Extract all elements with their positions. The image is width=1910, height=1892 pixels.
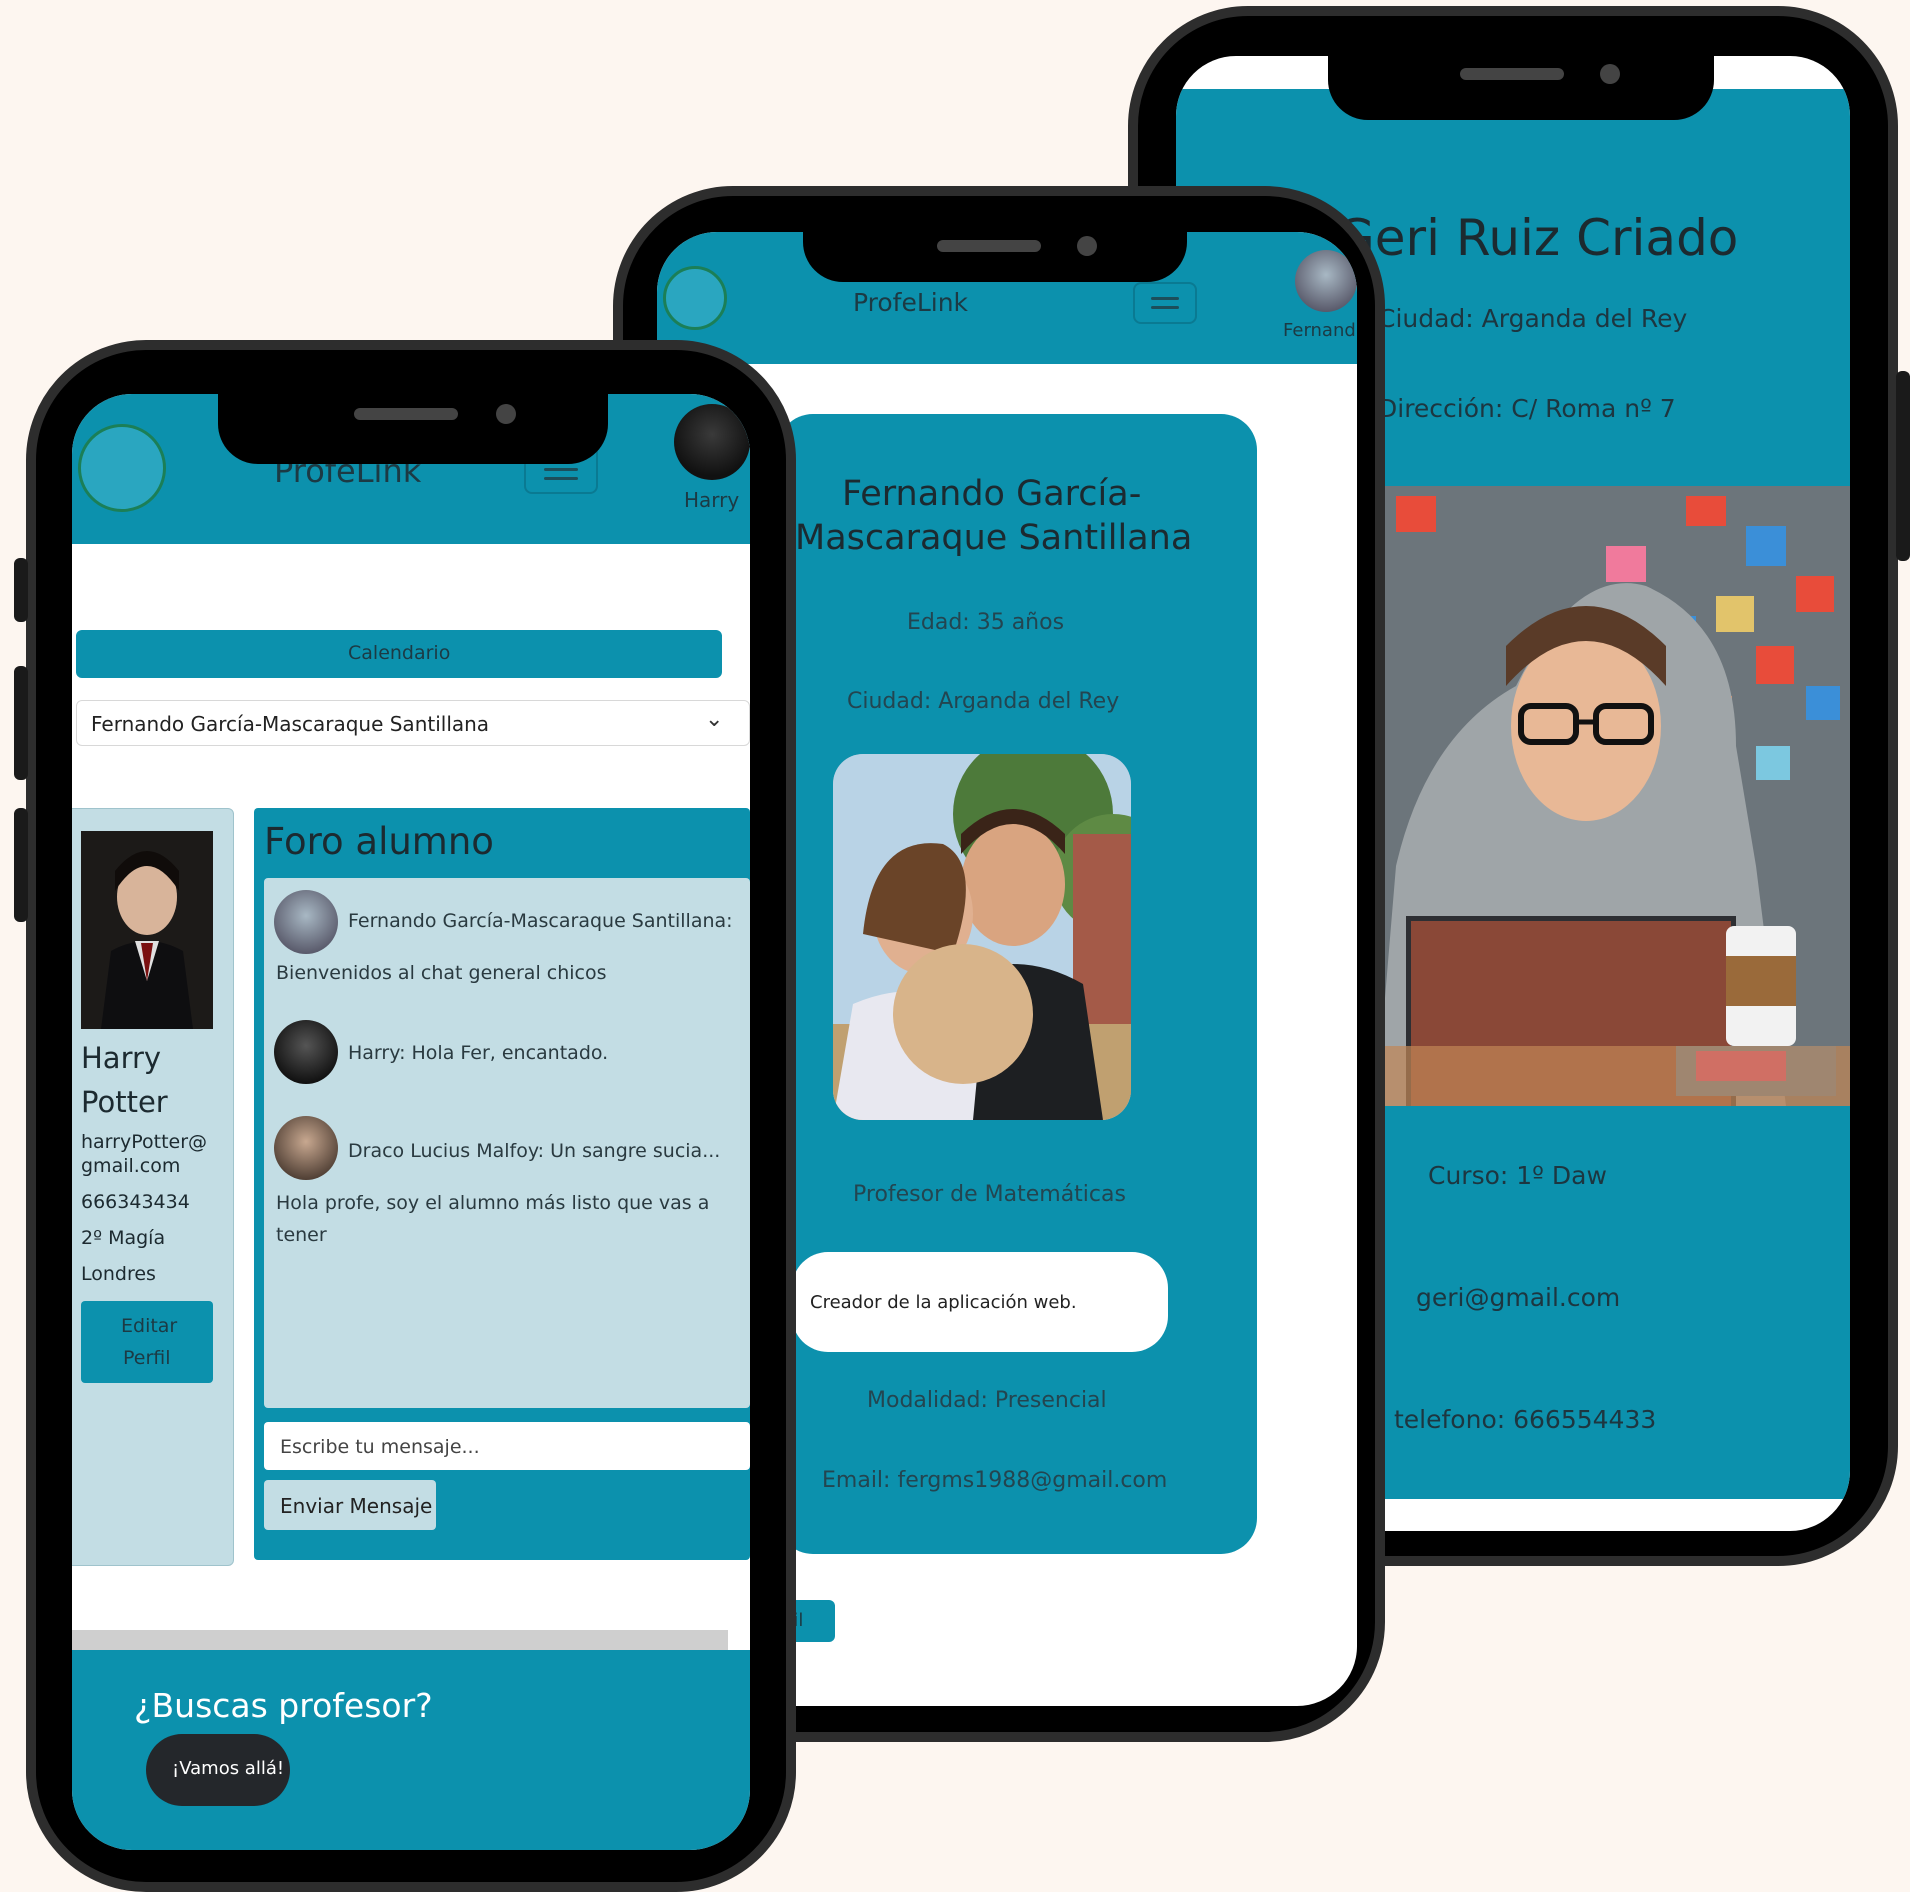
message-text: tener [276, 1224, 327, 1246]
find-teacher-footer: ¿Buscas profesor? ¡Vamos allá! [72, 1650, 750, 1850]
phone-screen: ProfeLink Harry Calendario Fernando Garc… [72, 394, 750, 1850]
phone-notch [1328, 48, 1714, 120]
student-address: Dirección: C/ Roma nº 7 [1378, 394, 1676, 423]
lets-go-button[interactable]: ¡Vamos allá! [146, 1734, 290, 1806]
phone-side-button [14, 666, 28, 780]
user-avatar[interactable] [1295, 250, 1357, 312]
student-phone: telefono: 666554433 [1394, 1405, 1657, 1434]
app-title[interactable]: ProfeLink [853, 288, 968, 317]
student-photo [81, 831, 213, 1029]
teacher-email: Email: fergms1988@gmail.com [822, 1468, 1168, 1493]
student-city: Londres [81, 1263, 156, 1285]
teacher-description-box: Creador de la aplicación web. [792, 1252, 1168, 1352]
user-avatar[interactable] [674, 404, 750, 480]
teacher-modality: Modalidad: Presencial [867, 1388, 1107, 1413]
student-name: Geri Ruiz Criado [1336, 209, 1739, 267]
teacher-profile-card: Fernando García- Mascaraque Santillana E… [777, 414, 1257, 1554]
teacher-profession: Profesor de Matemáticas [853, 1182, 1126, 1207]
message-text: Hola profe, soy el alumno más listo que … [276, 1192, 710, 1214]
footer-title: ¿Buscas profesor? [134, 1686, 433, 1725]
chevron-down-icon: ⌄ [705, 707, 724, 732]
student-phone: 666343434 [81, 1191, 190, 1213]
message-author-avatar [274, 1116, 338, 1180]
message-author: Draco Lucius Malfoy: Un sangre sucia... [348, 1140, 721, 1162]
message-author: Fernando García-Mascaraque Santillana: [348, 910, 733, 932]
student-last-name: Potter [81, 1085, 168, 1119]
user-name-label: Fernand [1283, 320, 1356, 341]
teacher-city: Ciudad: Arganda del Rey [847, 689, 1120, 714]
student-course: 2º Magía [81, 1227, 166, 1249]
student-forum-panel: Foro alumno Fernando García-Mascaraque S… [254, 808, 750, 1560]
student-profile-sidebar: Harry Potter harryPotter@ gmail.com 6663… [72, 808, 234, 1566]
teacher-name-line2: Mascaraque Santillana [795, 518, 1193, 558]
teacher-description: Creador de la aplicación web. [810, 1292, 1077, 1313]
profelink-logo-icon[interactable] [78, 424, 166, 512]
edit-profile-button[interactable]: Editar Perfil [81, 1301, 213, 1383]
phone-side-button [1896, 371, 1910, 561]
student-city: Ciudad: Arganda del Rey [1378, 304, 1688, 333]
message-text: Bienvenidos al chat general chicos [276, 962, 607, 984]
message-author-avatar [274, 1020, 338, 1084]
forum-title: Foro alumno [264, 820, 494, 863]
teacher-select[interactable]: Fernando García-Mascaraque Santillana ⌄ [76, 700, 750, 746]
student-email-line1: harryPotter@ [81, 1131, 208, 1153]
user-name-label: Harry [684, 488, 740, 512]
student-photo [1316, 486, 1850, 1106]
calendar-button[interactable]: Calendario [76, 630, 722, 678]
message-author-avatar [274, 890, 338, 954]
forum-messages-list: Fernando García-Mascaraque Santillana: B… [264, 878, 750, 1408]
phone-side-button [14, 808, 28, 922]
phone-mockup-student-dashboard: ProfeLink Harry Calendario Fernando Garc… [14, 340, 796, 1892]
teacher-photo [833, 754, 1131, 1120]
hamburger-menu-icon[interactable] [1133, 282, 1197, 324]
message-input[interactable]: Escribe tu mensaje... [264, 1422, 750, 1470]
student-course: Curso: 1º Daw [1428, 1161, 1607, 1190]
student-first-name: Harry [81, 1041, 162, 1075]
teacher-select-value: Fernando García-Mascaraque Santillana [91, 712, 490, 736]
message-author: Harry: Hola Fer, encantado. [348, 1042, 609, 1064]
profelink-logo-icon[interactable] [663, 266, 727, 330]
phone-notch [218, 386, 608, 464]
teacher-name-line1: Fernando García- [842, 474, 1142, 514]
student-email-line2: gmail.com [81, 1155, 181, 1177]
phone-side-button [14, 558, 28, 622]
student-email: geri@gmail.com [1416, 1283, 1621, 1312]
section-divider [72, 1630, 728, 1650]
teacher-age: Edad: 35 años [907, 610, 1065, 635]
phone-notch [803, 224, 1187, 282]
send-message-button[interactable]: Enviar Mensaje [264, 1480, 436, 1530]
